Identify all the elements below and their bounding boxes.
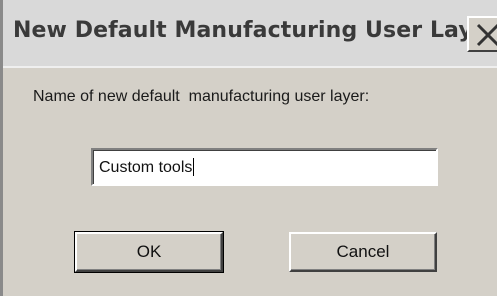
cancel-button[interactable]: Cancel	[289, 232, 437, 272]
layer-name-text: Custom tools	[99, 159, 193, 176]
title-bar[interactable]: New Default Manufacturing User Layer	[3, 0, 497, 68]
layer-name-input[interactable]: Custom tools	[91, 148, 438, 186]
close-button[interactable]	[467, 16, 497, 52]
ok-button[interactable]: OK	[74, 231, 224, 273]
prompt-label: Name of new default manufacturing user l…	[33, 88, 370, 105]
layer-name-value: Custom tools	[99, 158, 195, 177]
dialog-window: New Default Manufacturing User Layer Nam…	[0, 0, 497, 296]
dialog-title: New Default Manufacturing User Layer	[13, 18, 497, 43]
close-icon	[476, 23, 497, 47]
text-caret	[193, 158, 195, 176]
